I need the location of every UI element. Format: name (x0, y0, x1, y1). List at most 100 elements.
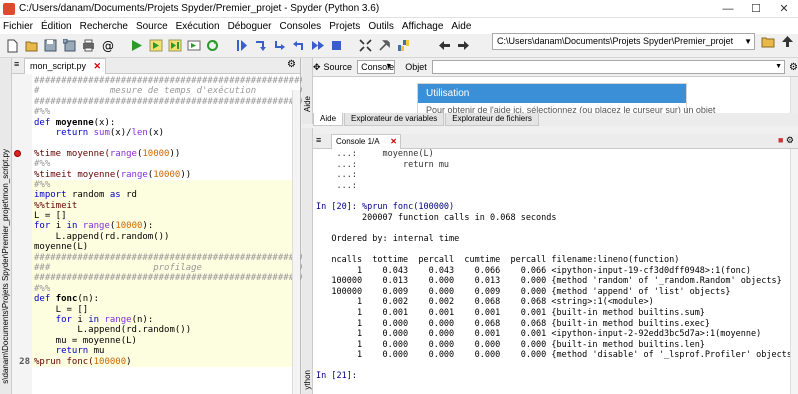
editor-tab-label: mon_script.py (30, 61, 87, 71)
editor-vertical-tab[interactable]: s\danam\Documents\Projets Spyder\Premier… (0, 58, 12, 394)
code-line: ########################################… (32, 273, 333, 284)
console-tab[interactable]: Console 1/A ✕ (331, 134, 401, 149)
working-directory-combo[interactable]: C:\Users\danam\Documents\Projets Spyder\… (492, 33, 755, 50)
tab-file-explorer[interactable]: Explorateur de fichiers (445, 113, 539, 126)
console-line: ...: moyenne(L) (316, 149, 434, 159)
profile-row: 1 0.001 0.001 0.001 0.001 {built-in meth… (316, 307, 705, 318)
editor-tab-mon-script[interactable]: mon_script.py ✕ (24, 58, 106, 74)
menu-fichier[interactable]: Fichier (3, 21, 33, 32)
stop-icon[interactable]: ■ (778, 135, 783, 145)
maximize-pane-icon[interactable] (357, 37, 374, 54)
python-path-icon[interactable] (395, 37, 412, 54)
print-icon[interactable] (80, 37, 97, 54)
tab-aide[interactable]: Aide (313, 113, 344, 126)
chevron-down-icon: ▼ (385, 63, 393, 70)
minimize-button[interactable]: — (714, 0, 742, 18)
code-line: mu = moyenne(L) (32, 335, 300, 347)
code-line: #%% (34, 159, 51, 170)
parent-directory-icon[interactable] (779, 33, 795, 50)
gear-icon[interactable]: ⚙ (786, 135, 794, 145)
preferences-icon[interactable] (376, 37, 393, 54)
gear-icon[interactable]: ⚙ (789, 62, 798, 73)
tab-variable-explorer[interactable]: Explorateur de variables (344, 113, 445, 126)
back-arrow-icon[interactable] (436, 37, 453, 54)
profile-row: 100000 0.009 0.000 0.009 0.000 {method '… (316, 286, 731, 297)
menu-consoles[interactable]: Consoles (279, 21, 321, 32)
rerun-icon[interactable] (204, 37, 221, 54)
new-file-icon[interactable] (4, 37, 21, 54)
profile-row: 1 0.000 0.000 0.000 0.000 {method 'disab… (316, 350, 798, 361)
object-input[interactable]: ▼ (431, 60, 786, 74)
code-line: for i in range(10000): (32, 221, 300, 232)
console-tools: ■ ⚙ (778, 135, 794, 146)
code-line: L.append(rd.random()) (32, 325, 300, 336)
step-icon[interactable] (252, 37, 269, 54)
editor-gutter (12, 74, 32, 394)
usage-text: Pour obtenir de l'aide ici, sélectionnez… (426, 105, 716, 113)
close-icon[interactable]: ✕ (93, 59, 101, 73)
code-line: ########################################… (34, 96, 333, 107)
menu-source[interactable]: Source (136, 21, 168, 32)
code-line: return sum(x)/len(x) (34, 127, 165, 138)
run-icon[interactable] (128, 37, 145, 54)
close-icon[interactable]: ✕ (390, 135, 397, 148)
menu-deboguer[interactable]: Déboguer (228, 21, 272, 32)
tab-list-icon[interactable]: ≡ (14, 59, 19, 69)
chevron-down-icon: ▼ (775, 63, 783, 70)
save-all-icon[interactable] (61, 37, 78, 54)
tab-list-icon[interactable]: ≡ (316, 135, 321, 145)
code-line: def fonc(n): (32, 294, 300, 305)
console-scrollbar[interactable] (790, 149, 798, 394)
toolbar-separator (347, 37, 355, 54)
code-line: return mu (32, 346, 300, 357)
ipython-console[interactable]: ...: moyenne(L) ...: return mu ...: ...:… (313, 149, 798, 394)
code-line: L = [] (32, 304, 300, 315)
source-select[interactable]: Console ▼ (357, 60, 396, 74)
help-toolbar: ✥ Source Console ▼ Objet ▼ ⚙ (313, 58, 798, 76)
code-line: %time moyenne(range(10000)) (14, 149, 300, 159)
object-label: Objet (405, 62, 427, 72)
forward-arrow-icon[interactable] (455, 37, 472, 54)
save-icon[interactable] (42, 37, 59, 54)
help-lock-icon[interactable]: ✥ (313, 62, 321, 73)
console-prompt[interactable]: In [21]: (316, 371, 788, 382)
editor-tab-bar: ≡ mon_script.py ✕ ⚙ (12, 58, 300, 74)
editor-scrollbar[interactable] (292, 90, 300, 394)
help-scrollbar[interactable] (790, 77, 798, 113)
menu-execution[interactable]: Exécution (176, 21, 220, 32)
console-vertical-tab[interactable]: ython (302, 128, 313, 394)
continue-icon[interactable] (309, 37, 326, 54)
console-output: ...: moyenne(L) ...: return mu ...: ...:… (316, 149, 798, 382)
console-tab-label: Console 1/A (336, 137, 380, 146)
help-vertical-tab[interactable]: Aide (302, 58, 313, 124)
gear-icon[interactable]: ⚙ (287, 59, 296, 70)
open-file-icon[interactable] (23, 37, 40, 54)
profile-row: 1 0.002 0.002 0.068 0.068 <string>:1(<mo… (316, 297, 654, 308)
code-editor[interactable]: ########################################… (12, 74, 333, 394)
run-cell-icon[interactable] (147, 37, 164, 54)
step-into-icon[interactable] (271, 37, 288, 54)
menu-edition[interactable]: Édition (41, 21, 72, 32)
run-selection-icon[interactable] (185, 37, 202, 54)
menu-affichage[interactable]: Affichage (402, 21, 444, 32)
code-line: L.append(rd.random()) (32, 231, 300, 243)
step-return-icon[interactable] (290, 37, 307, 54)
console-line: Ordered by: internal time (316, 233, 460, 244)
breakpoint-icon[interactable] (14, 149, 21, 157)
at-icon[interactable]: @ (99, 37, 116, 54)
menu-recherche[interactable]: Recherche (80, 21, 128, 32)
debug-icon[interactable] (233, 37, 250, 54)
run-cell-advance-icon[interactable] (166, 37, 183, 54)
browse-folder-icon[interactable] (760, 33, 776, 50)
close-button[interactable]: ✕ (770, 0, 798, 18)
menu-outils[interactable]: Outils (368, 21, 394, 32)
profile-header: ncalls tottime percall cumtime percall f… (316, 254, 680, 265)
console-line: ...: (316, 170, 357, 181)
code-line: import random as rd (32, 190, 300, 201)
maximize-button[interactable]: ☐ (742, 0, 770, 18)
menu-aide[interactable]: Aide (451, 21, 471, 32)
stop-debug-icon[interactable] (328, 37, 345, 54)
profile-row: 1 0.043 0.043 0.066 0.066 <ipython-input… (316, 265, 751, 276)
menu-projets[interactable]: Projets (329, 21, 360, 32)
